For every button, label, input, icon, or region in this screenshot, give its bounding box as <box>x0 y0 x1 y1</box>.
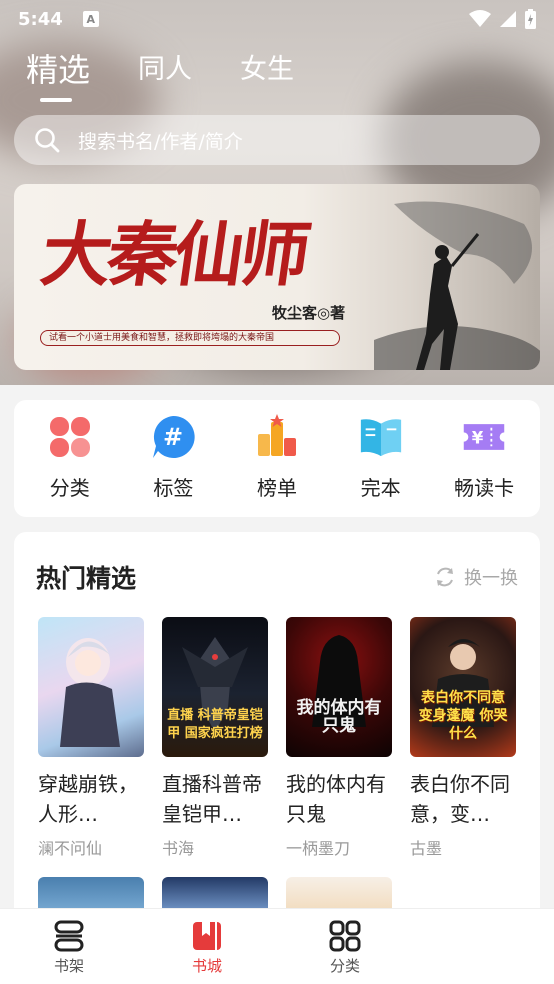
search-icon <box>35 128 60 153</box>
book-author: 一柄墨刀 <box>286 839 351 858</box>
hashtag-icon: # <box>150 414 196 460</box>
book-author: 古墨 <box>410 839 443 858</box>
quick-entry-category[interactable]: 分类 <box>26 414 114 517</box>
top-tabs: 精选 同人 女生 <box>26 50 342 102</box>
quick-entry-label: 完本 <box>360 476 401 500</box>
book-card[interactable]: 直播 科普帝皇铠甲 国家疯狂打榜 直播科普帝皇铠甲… 书海 <box>162 617 268 859</box>
hot-picks-section: 热门精选 换一换 穿越崩铁，人形… 澜不问仙 直播 科普帝皇铠甲 国家疯狂打榜 … <box>14 532 540 932</box>
book-author: 澜不问仙 <box>38 839 103 858</box>
quick-entry-tags[interactable]: # 标签 <box>129 414 217 517</box>
banner-figure-illustration <box>374 201 540 370</box>
promo-banner[interactable]: 大秦仙师 牧尘客◎著 试看一个小道士用美食和智慧，拯救即将垮塌的大秦帝国 <box>14 184 540 370</box>
quick-entry-reading-card[interactable]: ¥ 畅读卡 <box>440 414 528 517</box>
quick-entry-ranking[interactable]: 榜单 <box>233 414 321 517</box>
ticket-icon: ¥ <box>461 414 507 460</box>
status-bar: 5:44 A <box>0 0 554 38</box>
nav-label: 书架 <box>53 957 84 975</box>
refresh-label: 换一换 <box>464 568 518 589</box>
bookshelf-icon <box>54 920 84 952</box>
signal-icon <box>500 11 516 27</box>
book-card[interactable]: 表白你不同意 变身蓬魔 你哭什么 表白你不同意，变… 古墨 <box>410 617 516 859</box>
bookstore-icon <box>193 922 221 950</box>
notification-icon: A <box>82 11 99 27</box>
clover-icon <box>47 414 93 460</box>
quick-entry-completed[interactable]: 完本 <box>337 414 425 517</box>
book-card[interactable]: 穿越崩铁，人形… 澜不问仙 <box>38 617 144 859</box>
section-title: 热门精选 <box>36 564 137 593</box>
banner-title: 大秦仙师 <box>36 213 312 296</box>
svg-text:¥: ¥ <box>472 428 484 447</box>
nav-bookshelf[interactable]: 书架 <box>0 909 138 984</box>
banner-author: 牧尘客◎著 <box>272 304 346 322</box>
cover-title: 直播 科普帝皇铠甲 国家疯狂打榜 <box>167 708 263 741</box>
book-cover: 直播 科普帝皇铠甲 国家疯狂打榜 <box>162 617 268 757</box>
nav-label: 书城 <box>191 957 222 975</box>
tab-female[interactable]: 女生 <box>240 50 294 90</box>
status-time: 5:44 <box>18 8 63 30</box>
book-card[interactable]: 我的体内有只鬼 我的体内有只鬼 一柄墨刀 <box>286 617 392 859</box>
nav-label: 分类 <box>329 957 360 975</box>
book-cover: 表白你不同意 变身蓬魔 你哭什么 <box>410 617 516 757</box>
book-title: 表白你不同意，变… <box>410 772 510 826</box>
quick-entry-label: 标签 <box>153 476 194 500</box>
book-title: 穿越崩铁，人形… <box>38 772 138 826</box>
bottom-navigation: 书架 书城 分类 <box>0 908 554 984</box>
refresh-icon <box>437 567 453 587</box>
quick-entry-label: 榜单 <box>256 476 297 500</box>
banner-slogan: 试看一个小道士用美食和智慧，拯救即将垮塌的大秦帝国 <box>40 330 340 346</box>
book-cover <box>38 617 144 757</box>
nav-category[interactable]: 分类 <box>276 909 414 984</box>
ranking-icon <box>254 414 300 460</box>
tab-featured[interactable]: 精选 <box>26 50 90 102</box>
book-list: 穿越崩铁，人形… 澜不问仙 直播 科普帝皇铠甲 国家疯狂打榜 直播科普帝皇铠甲…… <box>38 617 534 859</box>
cover-title: 表白你不同意 变身蓬魔 你哭什么 <box>418 690 508 742</box>
wifi-icon <box>469 10 491 27</box>
open-book-icon <box>358 414 404 460</box>
quick-entry-bar: 分类 # 标签 榜单 完本 ¥ 畅读卡 <box>14 400 540 517</box>
book-author: 书海 <box>162 839 195 858</box>
book-title: 我的体内有只鬼 <box>286 772 386 826</box>
book-cover: 我的体内有只鬼 <box>286 617 392 757</box>
refresh-button[interactable]: 换一换 <box>434 564 518 590</box>
book-title: 直播科普帝皇铠甲… <box>162 772 262 826</box>
tab-fanfic[interactable]: 同人 <box>138 50 192 90</box>
quick-entry-label: 畅读卡 <box>454 476 515 500</box>
search-placeholder: 搜索书名/作者/简介 <box>78 130 243 153</box>
nav-bookstore[interactable]: 书城 <box>138 909 276 984</box>
search-input[interactable]: 搜索书名/作者/简介 <box>14 115 540 165</box>
quick-entry-label: 分类 <box>49 476 90 500</box>
cover-title: 我的体内有只鬼 <box>296 698 382 736</box>
svg-text:#: # <box>163 423 183 451</box>
battery-icon <box>525 9 536 29</box>
category-grid-icon <box>329 920 361 952</box>
